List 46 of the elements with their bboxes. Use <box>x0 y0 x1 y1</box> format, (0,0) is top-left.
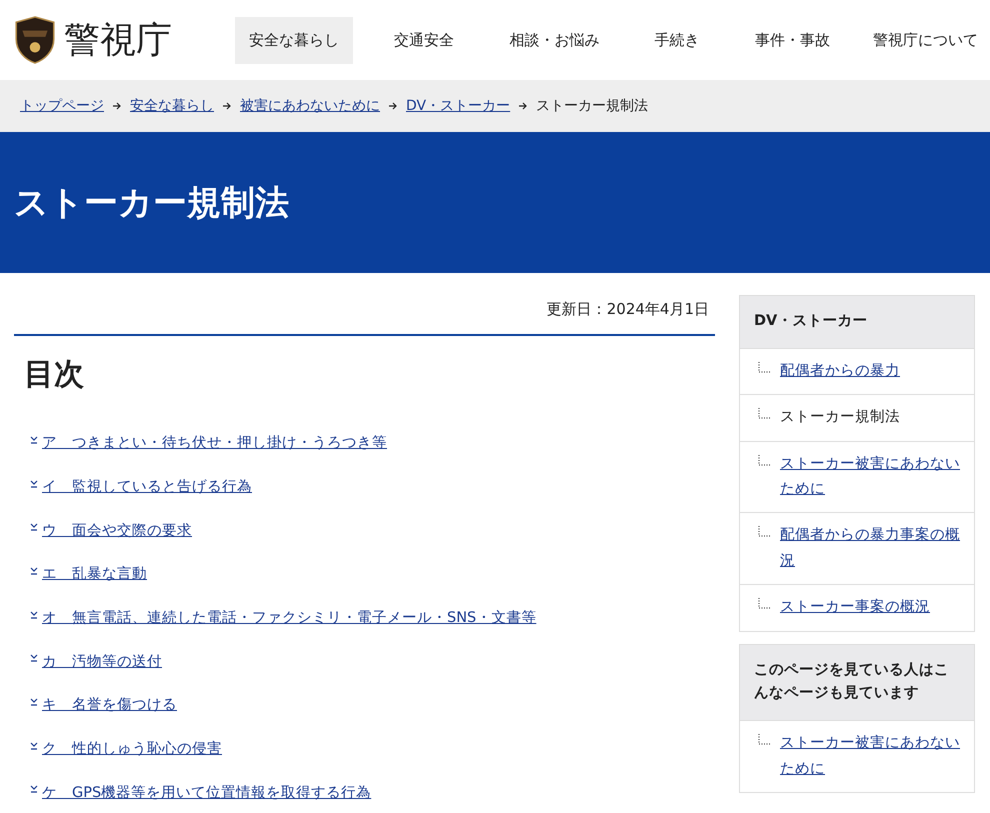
current-page-label: ストーカー規制法 <box>780 408 900 428</box>
breadcrumb-link[interactable]: DV・ストーカー <box>406 97 510 115</box>
breadcrumb-link[interactable]: トップページ <box>20 97 104 115</box>
chevron-down-icon <box>30 785 38 794</box>
toc-link[interactable]: ケ GPS機器等を用いて位置情報を取得する行為 <box>42 782 372 802</box>
toc-heading: 目次 <box>24 356 85 394</box>
arrow-icon <box>112 101 122 111</box>
nav-tab[interactable]: 事件・事故 <box>740 16 844 64</box>
site-name[interactable]: 警視庁 <box>64 16 172 64</box>
sidebar-heading: このページを見ている人はこんなページも見ています <box>740 644 974 720</box>
chevron-down-icon <box>30 523 38 532</box>
toc-link[interactable]: オ 無言電話、連続した電話・ファクシミリ・電子メール・SNS・文書等 <box>42 608 536 628</box>
current-page-label: ストーカー規制法 <box>536 97 648 115</box>
arrow-icon <box>222 101 232 111</box>
toc-link[interactable]: キ 名誉を傷つける <box>42 695 177 714</box>
nav-tab[interactable]: 相談・お悩み <box>495 16 614 64</box>
breadcrumb-link[interactable]: 安全な暮らし <box>130 97 214 115</box>
updated-date: 更新日：2024年4月1日 <box>14 295 715 336</box>
chevron-down-icon <box>30 698 38 706</box>
sidebar-link[interactable]: ストーカー被害にあわないために <box>780 731 966 782</box>
toc-link[interactable]: ウ 面会や交際の要求 <box>42 520 192 540</box>
sidebar-heading: DV・ストーカー <box>740 296 974 348</box>
chevron-down-icon <box>30 436 38 444</box>
emblem-icon <box>14 16 56 64</box>
toc-link[interactable]: イ 監視していると告げる行為 <box>42 477 252 496</box>
nav-tab[interactable]: 交通安全 <box>380 16 468 64</box>
arrow-icon <box>518 101 528 111</box>
breadcrumb-link[interactable]: 被害にあわないために <box>240 97 380 115</box>
toc-link[interactable]: ク 性的しゅう恥心の侵害 <box>42 739 222 758</box>
chevron-down-icon <box>30 480 38 488</box>
toc-link[interactable]: ア つきまとい・待ち伏せ・押し掛け・うろつき等 <box>42 433 387 452</box>
sidebar-link[interactable]: 配偶者からの暴力事案の概況 <box>780 523 966 574</box>
nav-tab[interactable]: 手続き <box>640 16 714 64</box>
chevron-down-icon <box>30 566 38 575</box>
page-title: ストーカー規制法 <box>14 182 289 224</box>
toc-link[interactable]: カ 汚物等の送付 <box>42 652 162 671</box>
nav-tab[interactable]: 警視庁について <box>870 16 980 64</box>
arrow-icon <box>388 101 398 111</box>
sidebar-link[interactable]: 配偶者からの暴力 <box>780 358 900 384</box>
sidebar-link[interactable]: ストーカー被害にあわないために <box>780 452 966 502</box>
chevron-down-icon <box>30 610 38 619</box>
chevron-down-icon <box>30 742 38 750</box>
chevron-down-icon <box>30 654 38 662</box>
toc-link[interactable]: エ 乱暴な言動 <box>42 564 147 584</box>
sidebar-link[interactable]: ストーカー事案の概況 <box>780 595 930 621</box>
nav-tab[interactable]: 安全な暮らし <box>235 16 353 64</box>
